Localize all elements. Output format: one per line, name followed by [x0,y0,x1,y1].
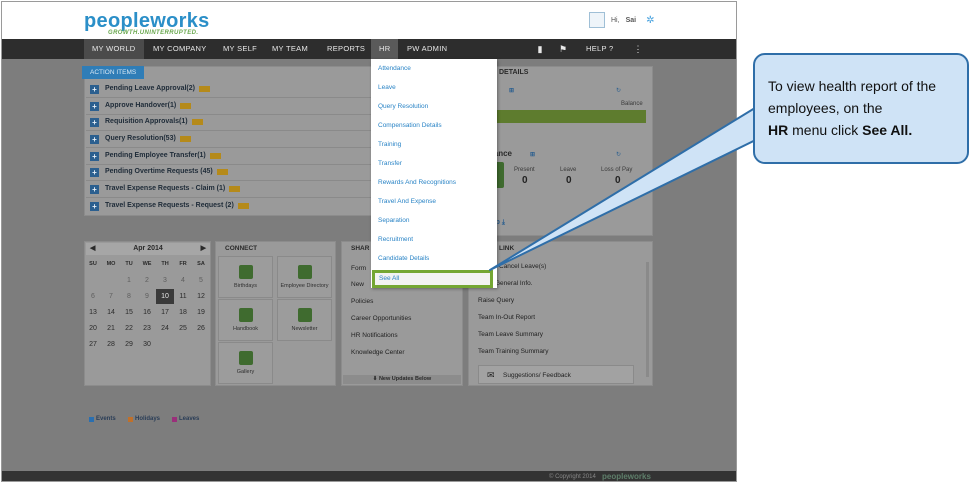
callout-menu: HR [768,122,789,138]
callout-tail [489,99,781,271]
callout-text-2: menu click [788,122,863,138]
callout-text: To view health report of the employees, … [768,78,937,116]
instruction-callout: To view health report of the employees, … [753,53,969,164]
callout-action: See All. [862,122,913,138]
